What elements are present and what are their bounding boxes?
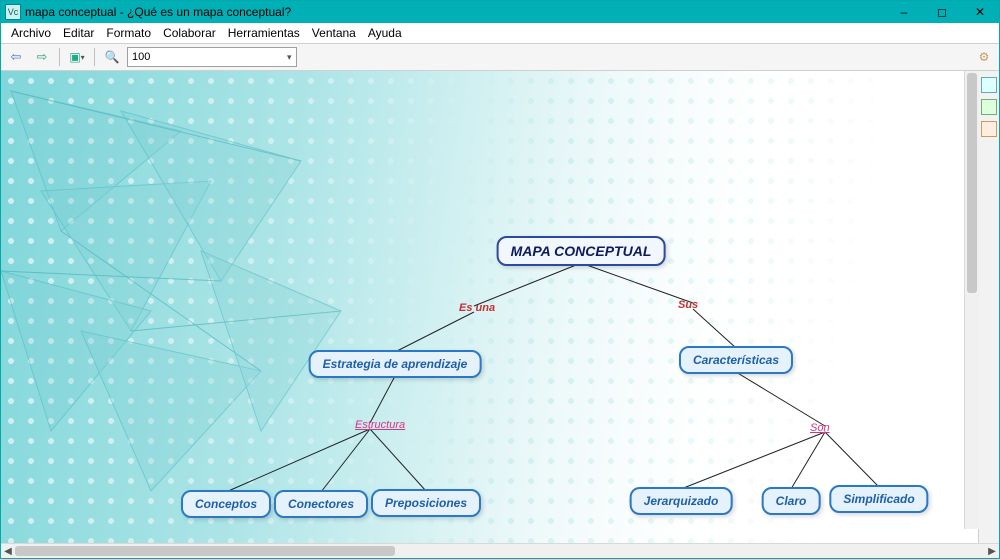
vertical-scrollbar[interactable] xyxy=(964,71,979,529)
node-conectores[interactable]: Conectores xyxy=(274,490,368,518)
node-conceptos[interactable]: Conceptos xyxy=(181,490,271,518)
node-estrategia[interactable]: Estrategia de aprendizaje xyxy=(309,350,482,378)
arrow-left-icon: ⇦ xyxy=(11,49,22,65)
node-preposiciones[interactable]: Preposiciones xyxy=(371,489,481,517)
maximize-button[interactable]: ◻ xyxy=(923,1,961,23)
title-bar: Vc mapa conceptual - ¿Qué es un mapa con… xyxy=(1,1,999,23)
side-tool-list-icon[interactable] xyxy=(981,99,997,115)
side-tool-notes-icon[interactable] xyxy=(981,121,997,137)
minimize-button[interactable]: – xyxy=(885,1,923,23)
toolbar-separator xyxy=(94,48,95,66)
canvas-area: MAPA CONCEPTUAL Estrategia de aprendizaje… xyxy=(1,71,999,543)
views-button[interactable]: ▣▾ xyxy=(66,46,88,68)
app-window: Vc mapa conceptual - ¿Qué es un mapa con… xyxy=(0,0,1000,559)
arrow-right-icon: ⇨ xyxy=(37,49,48,65)
magnifier-icon: 🔍 xyxy=(105,50,120,64)
nav-back-button[interactable]: ⇦ xyxy=(5,46,27,68)
scroll-left-icon[interactable]: ◀ xyxy=(1,546,15,557)
app-icon: Vc xyxy=(5,4,21,20)
node-claro[interactable]: Claro xyxy=(762,487,821,515)
menu-herramientas[interactable]: Herramientas xyxy=(222,24,306,42)
node-caract[interactable]: Características xyxy=(679,346,793,374)
menu-formato[interactable]: Formato xyxy=(100,24,157,42)
horizontal-scrollbar[interactable]: ◀ ▶ xyxy=(1,543,999,558)
vertical-scroll-thumb[interactable] xyxy=(967,73,977,293)
zoom-tool-button[interactable]: 🔍 xyxy=(101,46,123,68)
close-button[interactable]: ✕ xyxy=(961,1,999,23)
side-tools xyxy=(978,71,999,543)
horizontal-scroll-thumb[interactable] xyxy=(15,546,395,556)
scroll-right-icon[interactable]: ▶ xyxy=(985,546,999,557)
toolbar: ⇦ ⇨ ▣▾ 🔍 ▾ ⚙ xyxy=(1,44,999,71)
views-icon: ▣ xyxy=(69,50,80,64)
menu-bar: ArchivoEditarFormatoColaborarHerramienta… xyxy=(1,23,999,44)
menu-colaborar[interactable]: Colaborar xyxy=(157,24,222,42)
menu-archivo[interactable]: Archivo xyxy=(5,24,57,42)
gear-icon: ⚙ xyxy=(979,50,990,64)
zoom-input[interactable] xyxy=(127,47,297,67)
background-halftone xyxy=(1,71,978,543)
menu-editar[interactable]: Editar xyxy=(57,24,100,42)
toolbar-extra-button[interactable]: ⚙ xyxy=(973,46,995,68)
toolbar-separator xyxy=(59,48,60,66)
window-title: mapa conceptual - ¿Qué es un mapa concep… xyxy=(25,5,291,19)
node-simpl[interactable]: Simplificado xyxy=(829,485,928,513)
side-tool-style-icon[interactable] xyxy=(981,77,997,93)
nav-forward-button[interactable]: ⇨ xyxy=(31,46,53,68)
node-jerarq[interactable]: Jerarquizado xyxy=(630,487,733,515)
node-root[interactable]: MAPA CONCEPTUAL xyxy=(497,236,666,266)
canvas[interactable]: MAPA CONCEPTUAL Estrategia de aprendizaje… xyxy=(1,71,978,543)
menu-ayuda[interactable]: Ayuda xyxy=(362,24,408,42)
menu-ventana[interactable]: Ventana xyxy=(306,24,362,42)
